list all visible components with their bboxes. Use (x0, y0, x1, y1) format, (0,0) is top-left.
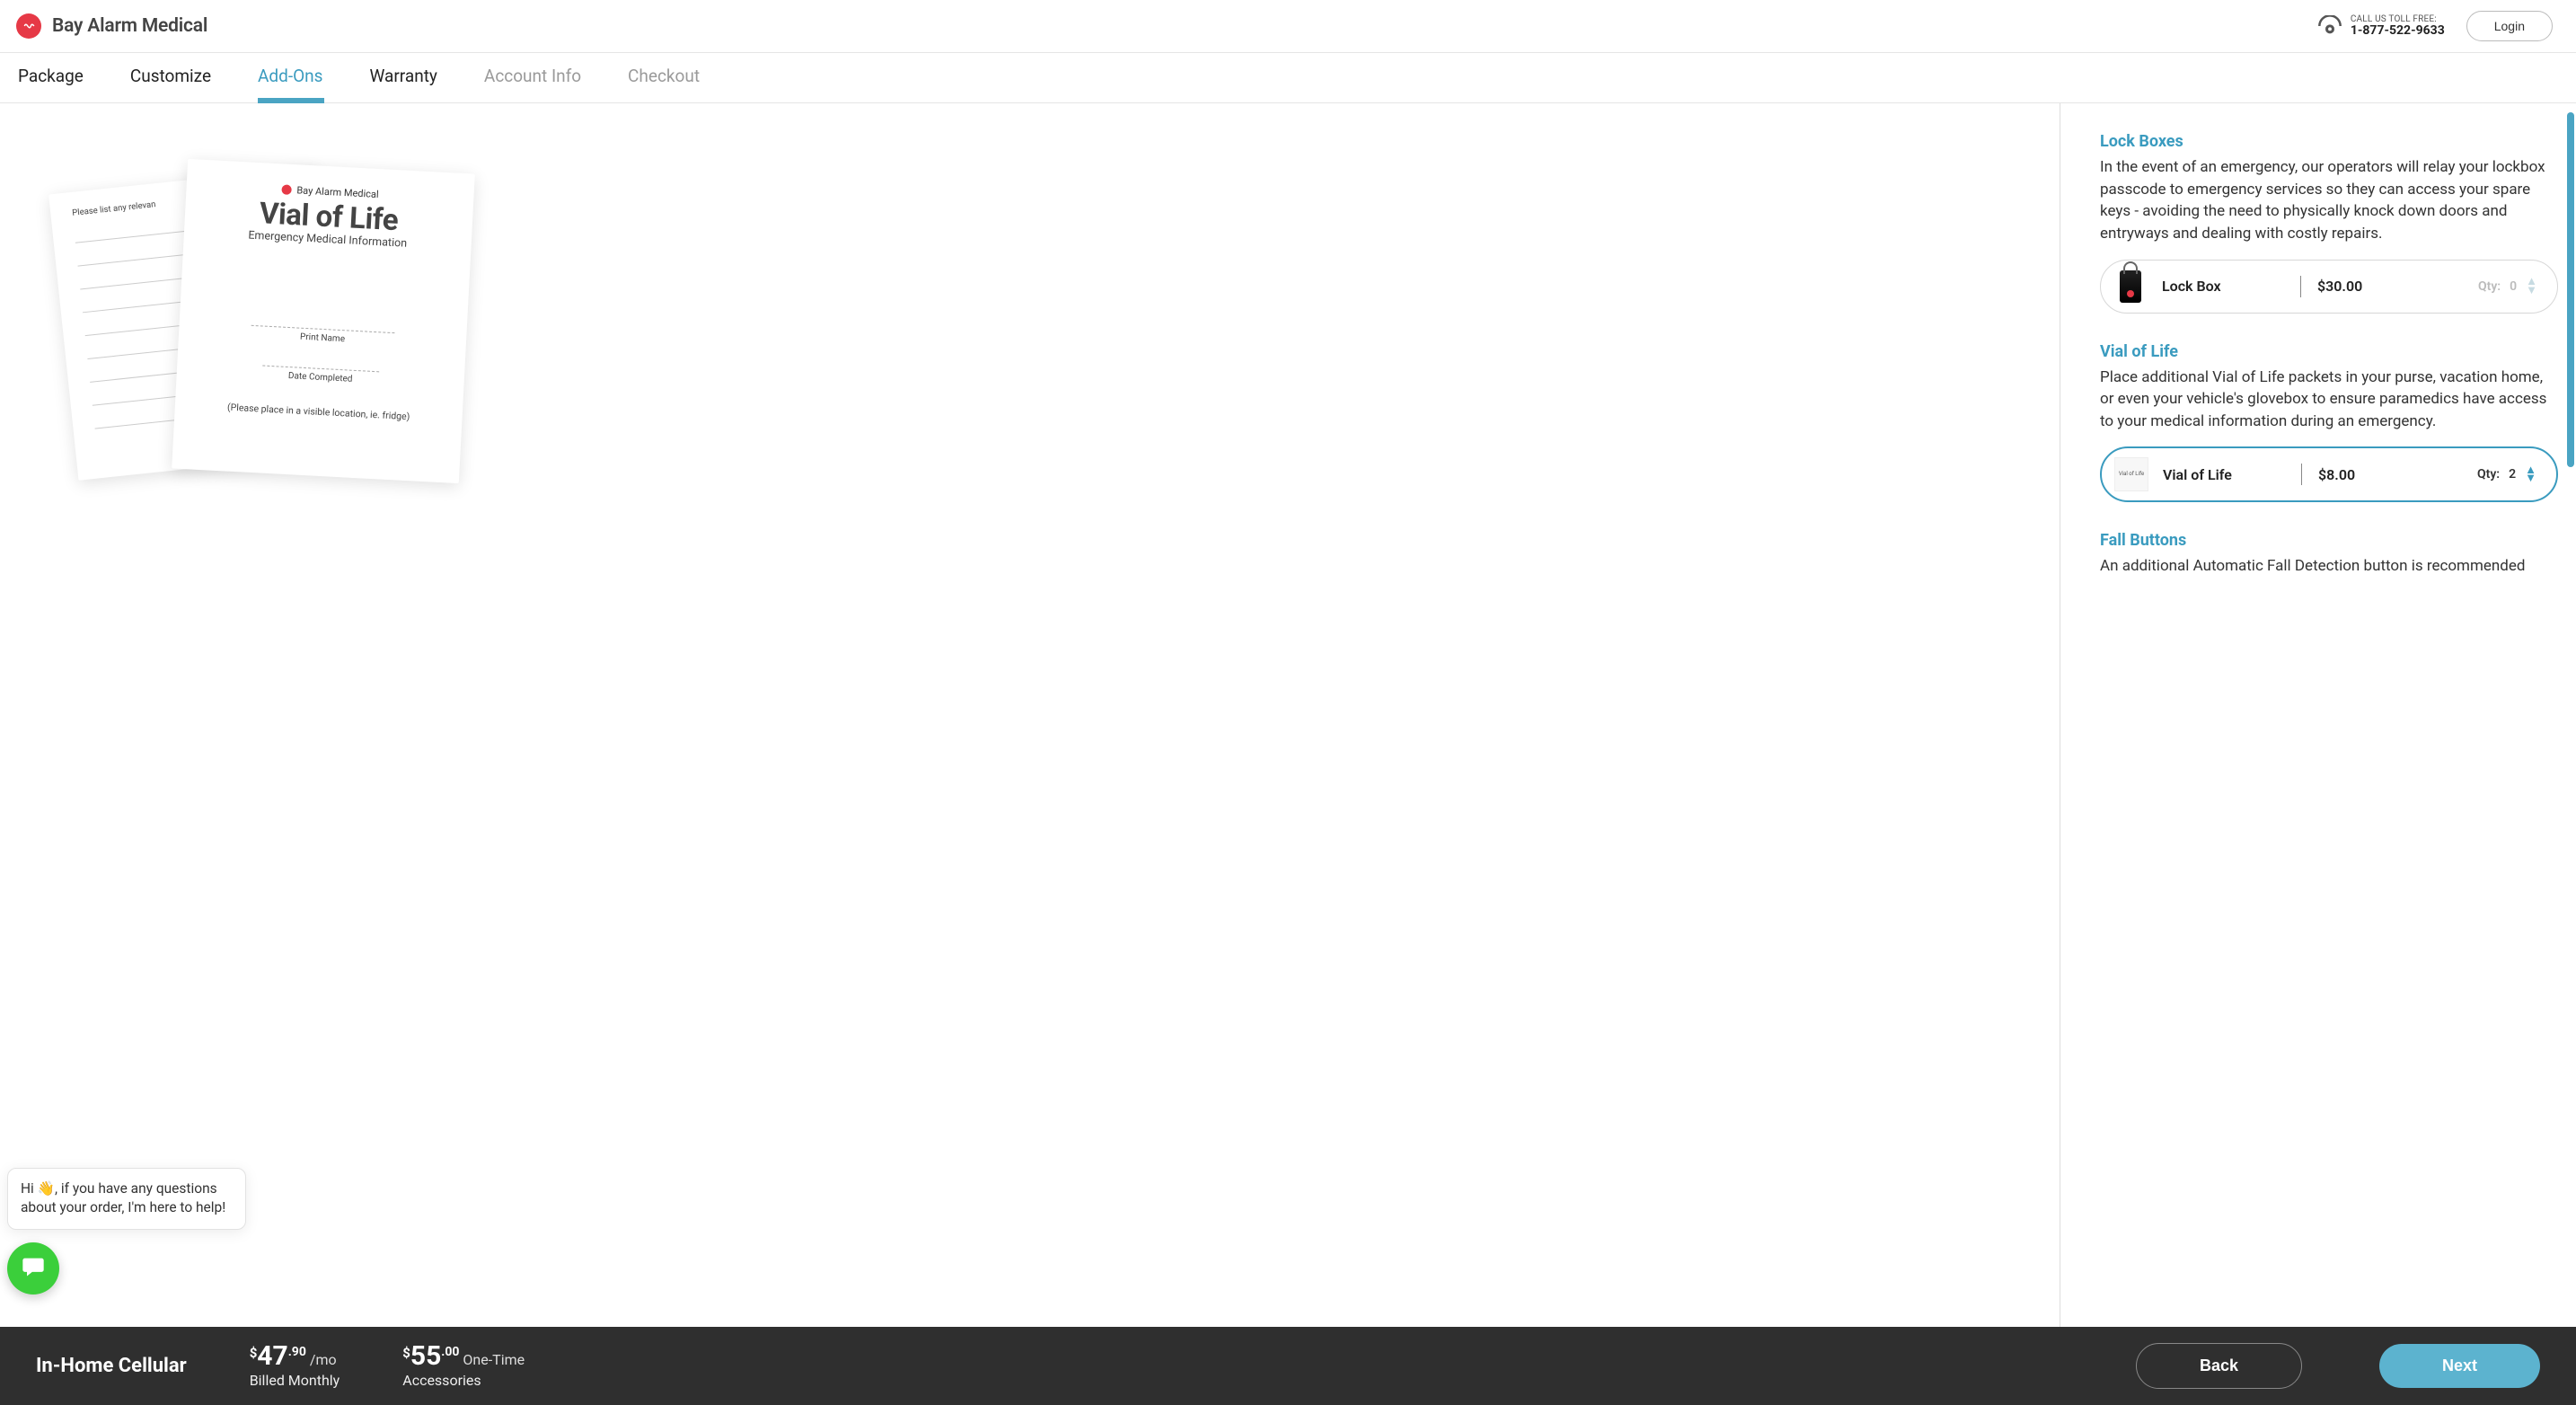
step-package[interactable]: Package (18, 66, 84, 102)
qty-value-lockbox: 0 (2508, 279, 2519, 294)
brand-logo-icon (281, 184, 292, 195)
step-addons[interactable]: Add-Ons (258, 66, 322, 102)
option-price-vial: $8.00 (2315, 466, 2465, 483)
brand[interactable]: Bay Alarm Medical (16, 13, 207, 39)
login-button[interactable]: Login (2466, 11, 2553, 41)
chat-icon (21, 1254, 46, 1283)
phone-icon (2316, 15, 2343, 37)
product-preview-pane: Please list any relevan Bay Alarm Medica… (0, 103, 2060, 1327)
step-account-info: Account Info (484, 66, 581, 102)
vial-icon: Vial of Life (2113, 455, 2150, 493)
option-name-vial: Vial of Life (2163, 466, 2289, 483)
next-button[interactable]: Next (2379, 1344, 2540, 1388)
section-desc-lockboxes: In the event of an emergency, our operat… (2100, 156, 2558, 245)
lockbox-icon (2112, 268, 2149, 305)
section-desc-vial: Place additional Vial of Life packets in… (2100, 367, 2558, 433)
brand-logo-icon (16, 13, 41, 39)
qty-down-lockbox[interactable]: ▼ (2526, 287, 2537, 295)
chat-popover[interactable]: Hi 👋, if you have any questions about yo… (7, 1168, 246, 1230)
option-vial[interactable]: Vial of Life Vial of Life $8.00 Qty: 2 ▲… (2100, 446, 2558, 502)
footer-bar: In-Home Cellular $ 47 .90 /mo Billed Mon… (0, 1327, 2576, 1405)
chat-message: Hi 👋, if you have any questions about yo… (21, 1180, 225, 1216)
price-onetime: $ 55 .00 One-Time Accessories (402, 1343, 525, 1389)
header: Bay Alarm Medical CALL US TOLL FREE: 1-8… (0, 0, 2576, 53)
header-right: CALL US TOLL FREE: 1-877-522-9633 Login (2316, 11, 2553, 41)
step-customize[interactable]: Customize (130, 66, 211, 102)
qty-label: Qty: (2477, 467, 2500, 482)
price-monthly: $ 47 .90 /mo Billed Monthly (250, 1343, 340, 1389)
quantity-stepper-lockbox[interactable]: Qty: 0 ▲ ▼ (2478, 278, 2537, 294)
section-title-lockboxes: Lock Boxes (2100, 132, 2558, 151)
checkout-steps: Package Customize Add-Ons Warranty Accou… (0, 53, 2576, 103)
chat-button[interactable] (7, 1242, 59, 1295)
section-title-vial: Vial of Life (2100, 342, 2558, 361)
vial-of-life-preview: Please list any relevan Bay Alarm Medica… (81, 166, 476, 508)
brand-name: Bay Alarm Medical (52, 15, 207, 37)
option-lockbox[interactable]: Lock Box $30.00 Qty: 0 ▲ ▼ (2100, 260, 2558, 314)
option-price-lockbox: $30.00 (2314, 278, 2466, 295)
section-fall: Fall Buttons An additional Automatic Fal… (2100, 531, 2558, 578)
step-warranty[interactable]: Warranty (369, 66, 437, 102)
section-desc-fall: An additional Automatic Fall Detection b… (2100, 555, 2558, 578)
section-vial: Vial of Life Place additional Vial of Li… (2100, 342, 2558, 503)
scrollbar-thumb[interactable] (2567, 112, 2574, 467)
step-checkout: Checkout (628, 66, 700, 102)
main: Please list any relevan Bay Alarm Medica… (0, 103, 2576, 1327)
toll-free: CALL US TOLL FREE: 1-877-522-9633 (2316, 14, 2445, 38)
qty-down-vial[interactable]: ▼ (2525, 474, 2536, 482)
section-title-fall: Fall Buttons (2100, 531, 2558, 550)
paper-front: Bay Alarm Medical Vial of Life Emergency… (172, 159, 475, 483)
toll-number[interactable]: 1-877-522-9633 (2351, 24, 2445, 38)
plan-name: In-Home Cellular (36, 1355, 187, 1377)
qty-label: Qty: (2478, 279, 2501, 294)
paper-note: (Please place in a visible location, ie.… (197, 400, 441, 424)
qty-value-vial: 2 (2507, 467, 2518, 482)
addons-pane[interactable]: Lock Boxes In the event of an emergency,… (2060, 103, 2576, 1327)
back-button[interactable]: Back (2136, 1343, 2302, 1389)
option-name-lockbox: Lock Box (2162, 278, 2288, 295)
section-lockboxes: Lock Boxes In the event of an emergency,… (2100, 132, 2558, 314)
quantity-stepper-vial[interactable]: Qty: 2 ▲ ▼ (2477, 466, 2536, 482)
